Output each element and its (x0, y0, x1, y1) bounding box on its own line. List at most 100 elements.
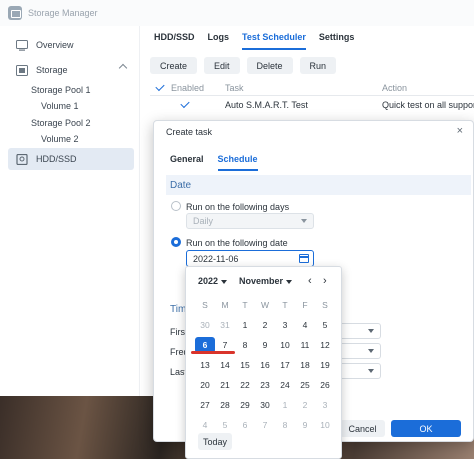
sidebar-item-storage-pool-1[interactable]: Storage Pool 1 (31, 85, 91, 95)
sidebar-item-volume-1[interactable]: Volume 1 (41, 101, 79, 111)
calendar-day[interactable]: 16 (255, 357, 275, 373)
main-tabs: HDD/SSD Logs Test Scheduler Settings (154, 32, 367, 50)
delete-button[interactable]: Delete (246, 57, 293, 74)
sidebar-item-storage[interactable]: Storage (8, 59, 134, 81)
calendar-icon[interactable] (299, 254, 309, 263)
days-select: Daily (186, 213, 314, 229)
calendar-day[interactable]: 30 (255, 397, 275, 413)
annotation-underline (191, 351, 235, 354)
storage-manager-app-icon (8, 6, 22, 20)
calendar-day[interactable]: 1 (275, 397, 295, 413)
calendar-day[interactable]: 2 (255, 317, 275, 333)
cancel-button[interactable]: Cancel (340, 420, 385, 437)
calendar-day[interactable]: 27 (195, 397, 215, 413)
calendar-day[interactable]: 4 (295, 317, 315, 333)
run-on-days-radio[interactable] (171, 201, 181, 211)
dropdown-caret-icon (368, 329, 374, 333)
run-on-date-label[interactable]: Run on the following date (186, 238, 288, 248)
calendar-day[interactable]: 20 (195, 377, 215, 393)
close-icon[interactable]: × (457, 125, 463, 137)
dialog-title: Create task (166, 127, 213, 137)
month-dropdown[interactable]: November (239, 276, 293, 286)
calendar-day[interactable]: 25 (295, 377, 315, 393)
run-on-date-radio[interactable] (171, 237, 181, 247)
calendar-day[interactable]: 5 (315, 317, 335, 333)
run-on-days-label[interactable]: Run on the following days (186, 202, 289, 212)
today-button[interactable]: Today (198, 433, 232, 450)
chevron-up-icon[interactable] (118, 63, 128, 73)
create-button[interactable]: Create (150, 57, 198, 74)
caret-down-icon (221, 279, 228, 284)
column-header-task[interactable]: Task (225, 83, 244, 93)
calendar-day[interactable]: 1 (235, 317, 255, 333)
dropdown-caret-icon (368, 349, 374, 353)
next-month-icon[interactable]: › (323, 275, 327, 287)
column-header-enabled: Enabled (171, 82, 205, 93)
prev-month-icon[interactable]: ‹ (308, 275, 312, 287)
calendar-day[interactable]: 10 (275, 337, 295, 353)
calendar-day[interactable]: 23 (255, 377, 275, 393)
table-row[interactable]: Auto S.M.A.R.T. Test Quick test on all s… (150, 96, 474, 114)
calendar-day[interactable]: 30 (195, 317, 215, 333)
month-value: November (239, 276, 284, 286)
date-field[interactable]: 2022-11-06 (186, 250, 314, 267)
dropdown-caret-icon (368, 369, 374, 373)
calendar-day[interactable]: 19 (315, 357, 335, 373)
calendar-day[interactable]: 3 (275, 317, 295, 333)
table-header: Enabled Task Action (150, 80, 474, 96)
date-picker-popup: 2022 November ‹ › S M T W T F S 30 31 1 2 3 4 5 6 7 8 9 10… (185, 266, 342, 459)
weekday-label: S (202, 300, 208, 310)
calendar-day[interactable]: 31 (215, 317, 235, 333)
calendar-day[interactable]: 9 (255, 337, 275, 353)
calendar-day[interactable]: 12 (315, 337, 335, 353)
column-header-action[interactable]: Action (382, 83, 407, 93)
calendar-day[interactable]: 14 (215, 357, 235, 373)
edit-button[interactable]: Edit (204, 57, 240, 74)
tab-schedule[interactable]: Schedule (217, 154, 258, 171)
tab-settings[interactable]: Settings (319, 32, 355, 50)
sidebar-item-hdd-ssd[interactable]: HDD/SSD (8, 148, 134, 170)
tab-general[interactable]: General (170, 154, 204, 171)
weekday-label: F (302, 300, 308, 310)
calendar-day[interactable]: 26 (315, 377, 335, 393)
calendar-day[interactable]: 17 (275, 357, 295, 373)
header-enabled-cell[interactable]: Enabled (155, 81, 205, 93)
date-section-header: Date (166, 175, 471, 195)
calendar-day[interactable]: 6 (235, 417, 255, 433)
calendar-day[interactable]: 15 (235, 357, 255, 373)
calendar-day[interactable]: 4 (195, 417, 215, 433)
calendar-day[interactable]: 8 (275, 417, 295, 433)
calendar-day[interactable]: 13 (195, 357, 215, 373)
year-dropdown[interactable]: 2022 (198, 276, 228, 286)
titlebar: Storage Manager (0, 0, 474, 26)
sidebar-item-storage-pool-2[interactable]: Storage Pool 2 (31, 118, 91, 128)
ok-button[interactable]: OK (391, 420, 461, 437)
calendar-day[interactable]: 28 (215, 397, 235, 413)
tab-test-scheduler[interactable]: Test Scheduler (242, 32, 306, 50)
year-value: 2022 (198, 276, 219, 286)
sidebar-item-overview[interactable]: Overview (8, 34, 134, 56)
calendar-day[interactable]: 9 (295, 417, 315, 433)
calendar-day[interactable]: 2 (295, 397, 315, 413)
weekday-label: T (282, 300, 288, 310)
calendar-day[interactable]: 7 (255, 417, 275, 433)
weekday-label: S (322, 300, 328, 310)
tab-logs[interactable]: Logs (208, 32, 230, 50)
calendar-day[interactable]: 3 (315, 397, 335, 413)
calendar-day[interactable]: 11 (295, 337, 315, 353)
enabled-checkmark-icon[interactable] (180, 98, 190, 109)
run-button[interactable]: Run (299, 57, 337, 74)
time-section-header: Tim (170, 304, 187, 315)
calendar-day[interactable]: 10 (315, 417, 335, 433)
calendar-day[interactable]: 21 (215, 377, 235, 393)
sidebar: Overview Storage Storage Pool 1 Volume 1… (0, 26, 140, 396)
sidebar-item-volume-2[interactable]: Volume 2 (41, 134, 79, 144)
calendar-day[interactable]: 5 (215, 417, 235, 433)
calendar-day[interactable]: 22 (235, 377, 255, 393)
calendar-day[interactable]: 18 (295, 357, 315, 373)
storage-icon (16, 64, 28, 76)
calendar-day[interactable]: 24 (275, 377, 295, 393)
calendar-day[interactable]: 29 (235, 397, 255, 413)
calendar-day[interactable]: 8 (235, 337, 255, 353)
tab-hdd-ssd[interactable]: HDD/SSD (154, 32, 195, 50)
